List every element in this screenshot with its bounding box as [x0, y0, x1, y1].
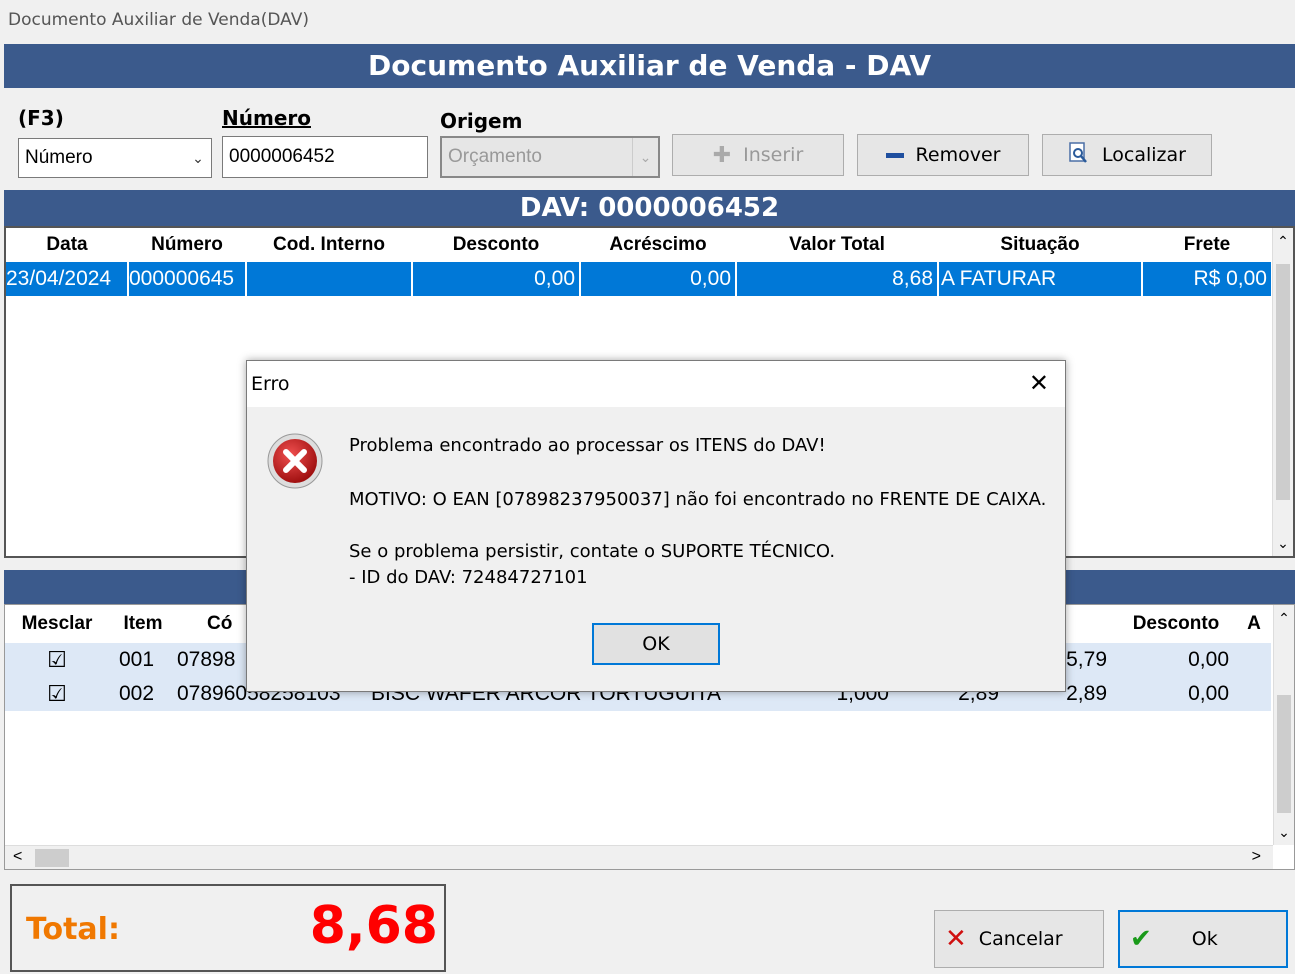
cell-situacao: A FATURAR — [938, 262, 1143, 296]
ok-button[interactable]: ✔ Ok — [1118, 910, 1288, 968]
table-row[interactable]: 23/04/2024 000000645 0,00 0,00 8,68 A FA… — [6, 262, 1273, 296]
items-horizontal-scrollbar[interactable]: < > — [5, 845, 1273, 869]
col-desconto[interactable]: Desconto — [1115, 605, 1237, 643]
col-situacao[interactable]: Situação — [938, 228, 1142, 262]
check-icon: ✔ — [1130, 924, 1152, 954]
scroll-right-icon[interactable]: > — [1252, 848, 1261, 866]
col-acrescimo[interactable]: Acréscimo — [580, 228, 736, 262]
cell-item: 001 — [119, 648, 155, 671]
cell-data: 23/04/2024 — [6, 262, 129, 296]
total-value: 8,68 — [309, 896, 438, 956]
col-data[interactable]: Data — [6, 228, 128, 262]
scroll-thumb[interactable] — [1277, 695, 1291, 813]
error-dialog: Erro ✕ Problema encontrado ao processar … — [246, 360, 1066, 692]
dav-number-bar: DAV: 0000006452 — [4, 190, 1295, 226]
cell-acrescimo: 0,00 — [580, 262, 737, 296]
remover-button[interactable]: Remover — [857, 134, 1029, 176]
total-label: Total: — [26, 912, 120, 947]
scroll-thumb[interactable] — [1276, 264, 1290, 500]
scroll-left-icon[interactable]: < — [13, 848, 22, 866]
origem-value: Orçamento — [448, 146, 542, 167]
dialog-ok-button[interactable]: OK — [592, 623, 720, 665]
localizar-label: Localizar — [1102, 144, 1186, 166]
cell-valor-total: 8,68 — [736, 262, 939, 296]
cell-desconto: 0,00 — [412, 262, 581, 296]
items-vertical-scrollbar[interactable]: ⌃ ⌄ — [1273, 605, 1294, 845]
col-valor-total[interactable]: Valor Total — [736, 228, 938, 262]
inserir-label: Inserir — [743, 144, 804, 166]
search-document-icon — [1068, 141, 1090, 170]
error-message-line4: - ID do DAV: 72484727101 — [349, 567, 588, 588]
ok-label: Ok — [1191, 928, 1218, 950]
numero-label: Número — [222, 106, 311, 130]
close-icon: ✕ — [945, 924, 967, 954]
cell-desconto: 0,00 — [1188, 682, 1229, 705]
scroll-down-icon[interactable]: ⌄ — [1273, 535, 1293, 552]
window-title: Documento Auxiliar de Venda(DAV) — [8, 10, 309, 30]
remover-label: Remover — [915, 144, 1001, 166]
chevron-down-icon: ⌄ — [192, 149, 204, 166]
cancel-label: Cancelar — [978, 928, 1063, 950]
inserir-button[interactable]: ✚ Inserir — [672, 134, 844, 176]
cell-desconto: 0,00 — [1188, 648, 1229, 671]
plus-icon: ✚ — [712, 142, 732, 168]
scroll-up-icon[interactable]: ⌃ — [1274, 605, 1294, 631]
dialog-ok-label: OK — [642, 633, 670, 655]
cell-cod-interno — [246, 262, 413, 296]
error-message-line3: Se o problema persistir, contate o SUPOR… — [349, 541, 836, 562]
search-type-select[interactable]: Número ⌄ — [18, 138, 212, 178]
origem-select[interactable]: Orçamento ⌄ — [440, 136, 660, 178]
localizar-button[interactable]: Localizar — [1042, 134, 1212, 176]
minus-icon — [885, 152, 904, 158]
error-message-line2: MOTIVO: O EAN [07898237950037] não foi e… — [349, 489, 1047, 510]
error-message-line1: Problema encontrado ao processar os ITEN… — [349, 435, 826, 456]
page-header: Documento Auxiliar de Venda - DAV — [4, 44, 1295, 88]
error-icon — [265, 431, 325, 496]
col-numero[interactable]: Número — [128, 228, 246, 262]
dialog-title: Erro — [251, 373, 290, 395]
cancel-button[interactable]: ✕ Cancelar — [934, 910, 1104, 968]
origem-label: Origem — [440, 109, 523, 133]
cell-item: 002 — [119, 682, 155, 705]
mesclar-checkbox[interactable]: ☑ — [5, 677, 109, 711]
mesclar-checkbox[interactable]: ☑ — [5, 643, 109, 677]
scroll-thumb[interactable] — [35, 849, 69, 867]
col-item[interactable]: Item — [109, 605, 177, 643]
col-mesclar[interactable]: Mesclar — [5, 605, 109, 643]
scroll-down-icon[interactable]: ⌄ — [1274, 824, 1294, 841]
col-frete[interactable]: Frete — [1142, 228, 1272, 262]
chevron-down-icon: ⌄ — [632, 138, 658, 176]
f3-label: (F3) — [18, 106, 64, 130]
cell-frete: R$ 0,00 — [1142, 262, 1273, 296]
scroll-up-icon[interactable]: ⌃ — [1273, 228, 1293, 254]
numero-input[interactable]: 0000006452 — [222, 136, 428, 178]
col-acrescimo[interactable]: A — [1237, 605, 1271, 643]
cell-numero: 000000645 — [128, 262, 247, 296]
dav-vertical-scrollbar[interactable]: ⌃ ⌄ — [1272, 228, 1293, 556]
numero-value: 0000006452 — [229, 146, 335, 167]
search-type-value: Número — [25, 147, 93, 168]
dialog-titlebar: Erro ✕ — [247, 361, 1065, 407]
total-panel: Total: 8,68 — [10, 884, 446, 972]
col-cod-interno[interactable]: Cod. Interno — [246, 228, 412, 262]
close-icon[interactable]: ✕ — [1029, 369, 1049, 397]
col-desconto[interactable]: Desconto — [412, 228, 580, 262]
